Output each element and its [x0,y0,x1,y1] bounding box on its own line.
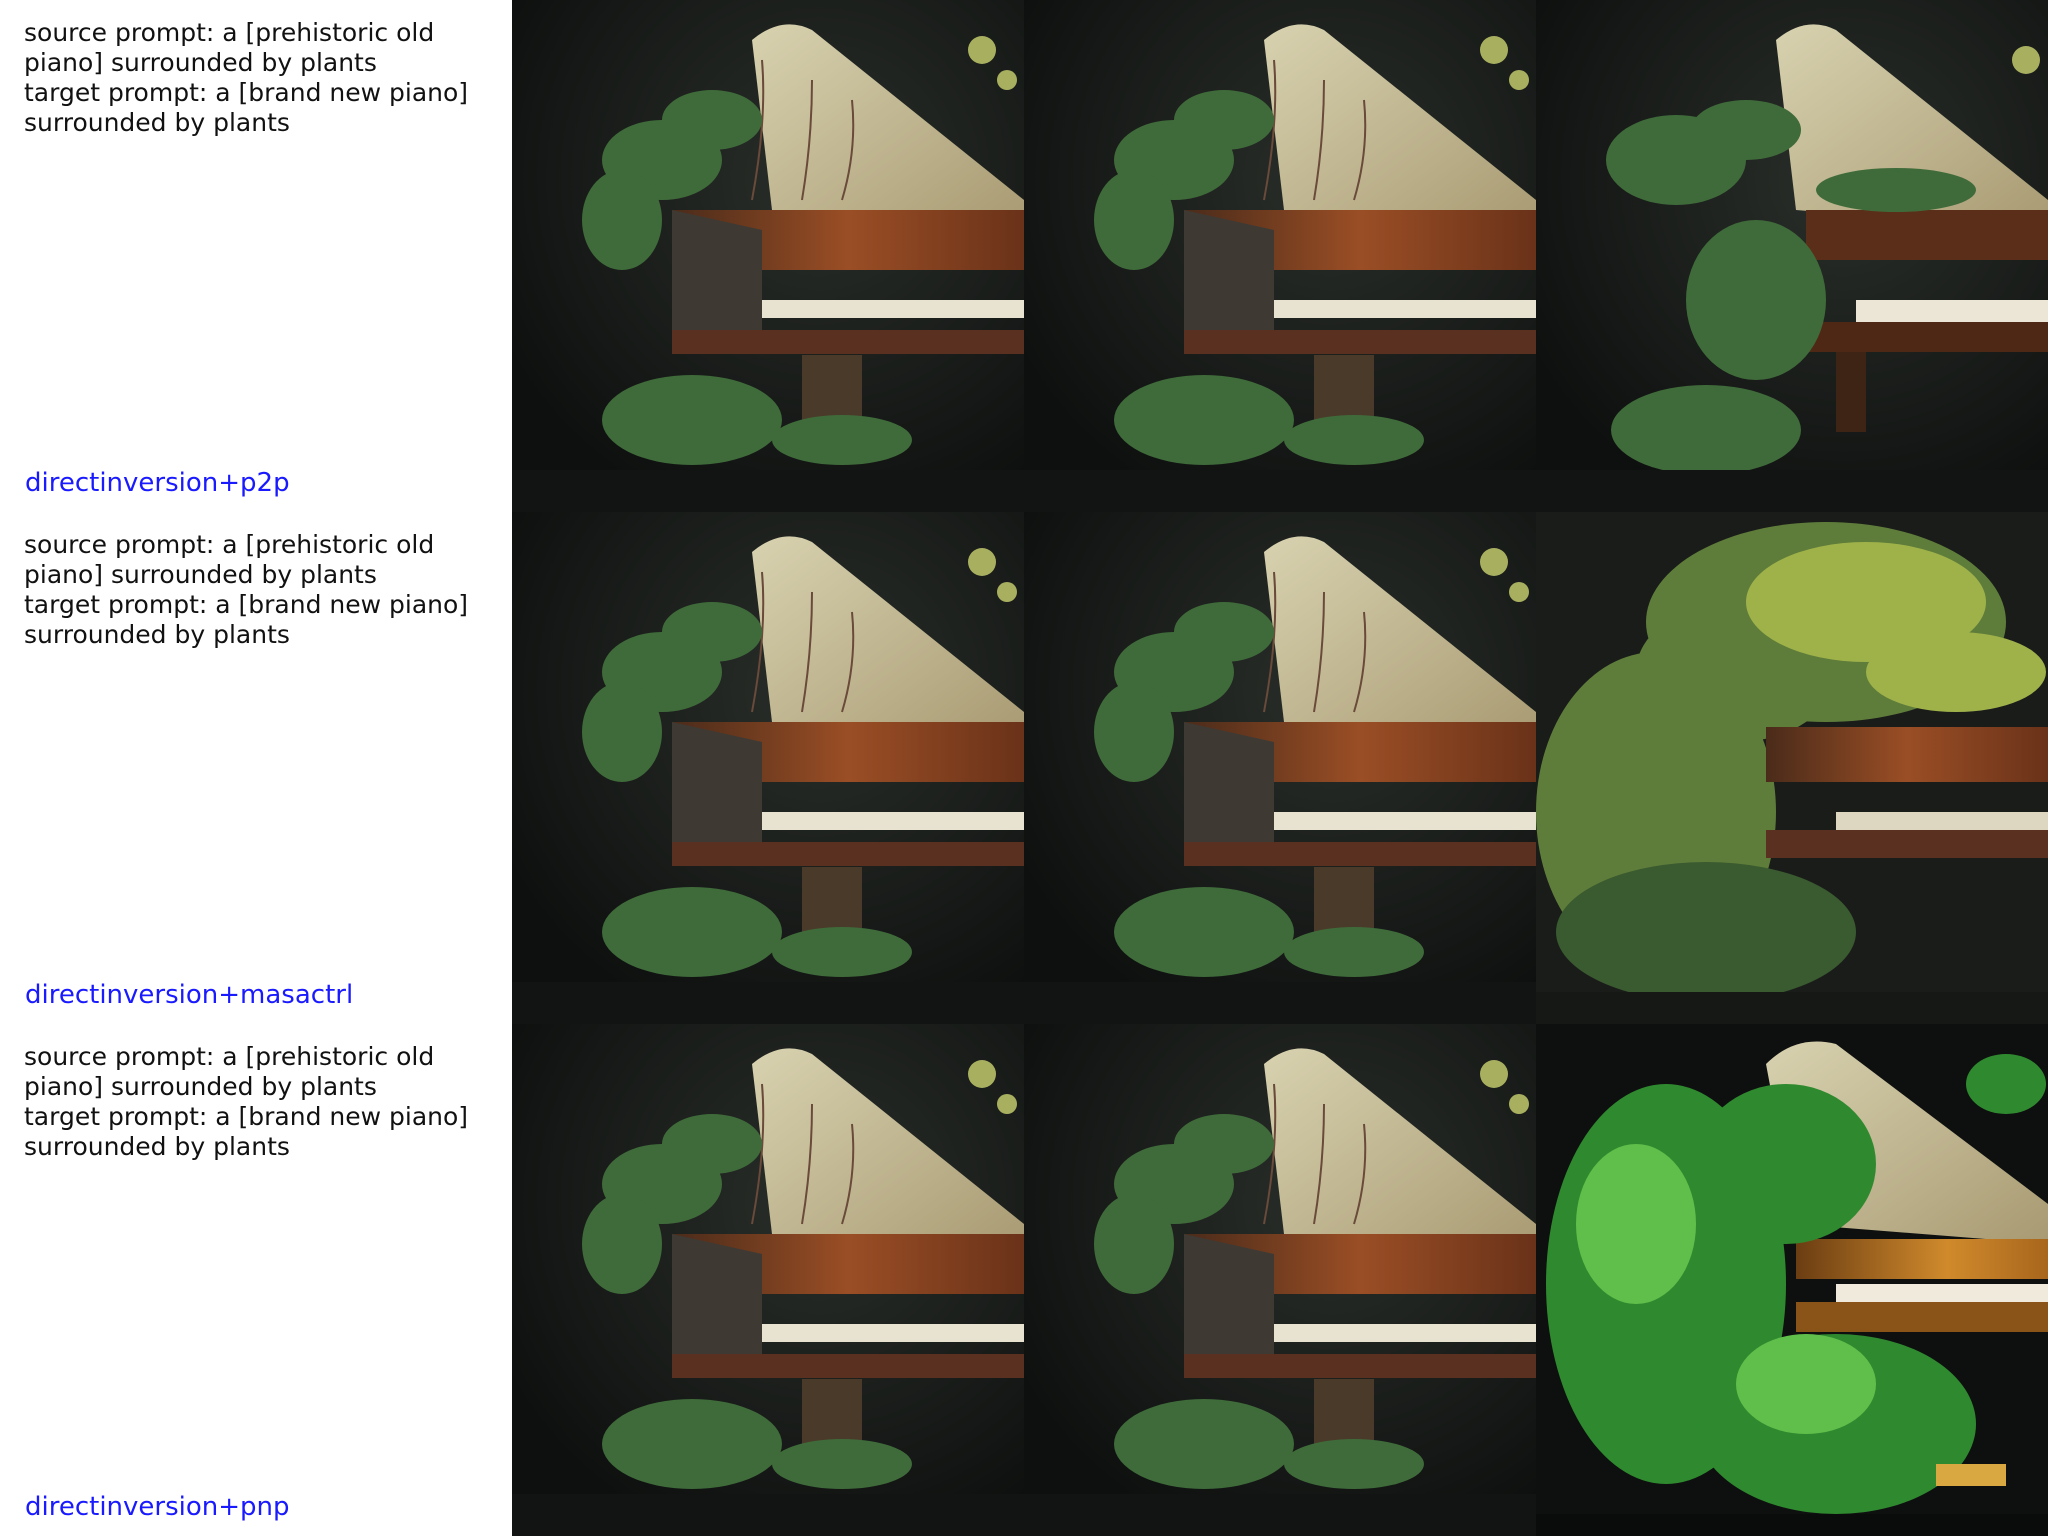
method-label: directinversion+masactrl [25,980,354,1010]
source-image [512,0,1024,512]
edited-piano-image [1536,1024,2048,1536]
row-label-cell: source prompt: a [prehistoric old piano]… [0,512,512,1024]
edited-image [1536,1024,2048,1536]
old-piano-image [1024,1024,1536,1536]
edited-image [1536,0,2048,512]
source-image [512,1024,1024,1536]
row-label-cell: source prompt: a [prehistoric old piano]… [0,0,512,512]
edited-image [1536,512,2048,1024]
row-label-cell: source prompt: a [prehistoric old piano]… [0,1024,512,1536]
reconstructed-image [1024,0,1536,512]
prompt-text: source prompt: a [prehistoric old piano]… [24,18,469,137]
reconstructed-image [1024,1024,1536,1536]
old-piano-image [1024,512,1536,1024]
old-piano-image [512,512,1024,1024]
old-piano-image [512,1024,1024,1536]
old-piano-image [512,0,1024,512]
prompt-text: source prompt: a [prehistoric old piano]… [24,530,469,649]
reconstructed-image [1024,512,1536,1024]
edited-piano-image [1536,512,2048,1024]
method-label: directinversion+p2p [25,468,290,498]
source-image [512,512,1024,1024]
old-piano-image [1024,0,1536,512]
method-label: directinversion+pnp [25,1492,290,1522]
prompt-text: source prompt: a [prehistoric old piano]… [24,1042,469,1161]
edited-piano-image [1536,0,2048,512]
comparison-grid: source prompt: a [prehistoric old piano]… [0,0,2048,1536]
